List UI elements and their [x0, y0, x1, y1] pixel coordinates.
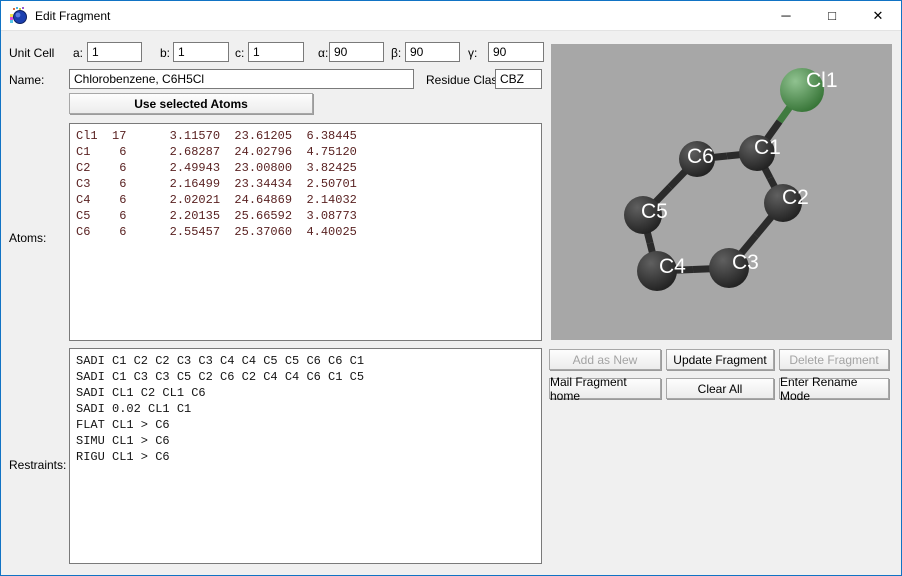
unit-cell-beta-label: β:	[391, 46, 401, 60]
text-line: Cl1 17 3.11570 23.61205 6.38445	[76, 128, 535, 144]
enter-rename-mode-button[interactable]: Enter Rename Mode	[779, 378, 889, 399]
unit-cell-a-input[interactable]	[87, 42, 142, 62]
restraints-label: Restraints:	[9, 458, 66, 472]
atom-label-cl1: Cl1	[806, 69, 838, 92]
minimize-icon: ─	[781, 8, 790, 23]
titlebar: Edit Fragment ─ □ ✕	[1, 1, 901, 31]
close-button[interactable]: ✕	[855, 1, 901, 30]
window-controls: ─ □ ✕	[763, 1, 901, 30]
atom-label-c3: C3	[732, 251, 759, 274]
clear-all-button[interactable]: Clear All	[666, 378, 774, 399]
add-as-new-button: Add as New	[549, 349, 661, 370]
name-input[interactable]	[69, 69, 414, 89]
name-label: Name:	[9, 73, 44, 87]
text-line: FLAT CL1 > C6	[76, 417, 535, 433]
text-line: C1 6 2.68287 24.02796 4.75120	[76, 144, 535, 160]
atoms-label: Atoms:	[9, 231, 46, 245]
text-line: SADI 0.02 CL1 C1	[76, 401, 535, 417]
unit-cell-label: Unit Cell	[9, 46, 54, 60]
use-selected-atoms-button[interactable]: Use selected Atoms	[69, 93, 313, 114]
maximize-button[interactable]: □	[809, 1, 855, 30]
update-fragment-button[interactable]: Update Fragment	[666, 349, 774, 370]
unit-cell-alpha-input[interactable]	[329, 42, 384, 62]
unit-cell-b-label: b:	[160, 46, 170, 60]
unit-cell-b-input[interactable]	[173, 42, 229, 62]
atom-label-c2: C2	[782, 186, 809, 209]
close-icon: ✕	[873, 8, 884, 24]
unit-cell-gamma-label: γ:	[468, 46, 477, 60]
text-line: C6 6 2.55457 25.37060 4.40025	[76, 224, 535, 240]
atom-label-c4: C4	[659, 255, 686, 278]
unit-cell-alpha-label: α:	[318, 46, 328, 60]
text-line: SIMU CL1 > C6	[76, 433, 535, 449]
unit-cell-a-label: a:	[73, 46, 83, 60]
app-icon	[10, 7, 28, 25]
unit-cell-beta-input[interactable]	[405, 42, 460, 62]
text-line: C2 6 2.49943 23.00800 3.82425	[76, 160, 535, 176]
text-line: SADI C1 C2 C2 C3 C3 C4 C4 C5 C5 C6 C6 C1	[76, 353, 535, 369]
window-title: Edit Fragment	[35, 9, 110, 23]
atom-label-c5: C5	[641, 200, 668, 223]
minimize-button[interactable]: ─	[763, 1, 809, 30]
atom-label-c6: C6	[687, 145, 714, 168]
molecule-3d-viewport[interactable]: Cl1 C1 C6 C2 C5 C3 C4	[551, 44, 892, 340]
text-line: RIGU CL1 > C6	[76, 449, 535, 465]
unit-cell-c-input[interactable]	[248, 42, 304, 62]
atom-label-c1: C1	[754, 136, 781, 159]
edit-fragment-window: Edit Fragment ─ □ ✕ Unit Cell a: b: c: α…	[0, 0, 902, 576]
mail-fragment-home-button[interactable]: Mail Fragment home	[549, 378, 661, 399]
residue-class-input[interactable]	[495, 69, 542, 89]
unit-cell-c-label: c:	[235, 46, 244, 60]
text-line: C5 6 2.20135 25.66592 3.08773	[76, 208, 535, 224]
text-line: C3 6 2.16499 23.34434 2.50701	[76, 176, 535, 192]
restraints-textarea[interactable]: SADI C1 C2 C2 C3 C3 C4 C4 C5 C5 C6 C6 C1…	[69, 348, 542, 564]
fragment-action-buttons: Add as NewUpdate FragmentDelete Fragment…	[549, 349, 889, 399]
text-line: C4 6 2.02021 24.64869 2.14032	[76, 192, 535, 208]
text-line: SADI CL1 C2 CL1 C6	[76, 385, 535, 401]
maximize-icon: □	[828, 8, 836, 23]
delete-fragment-button: Delete Fragment	[779, 349, 889, 370]
unit-cell-gamma-input[interactable]	[488, 42, 544, 62]
text-line: SADI C1 C3 C3 C5 C2 C6 C2 C4 C4 C6 C1 C5	[76, 369, 535, 385]
atoms-textarea[interactable]: Cl1 17 3.11570 23.61205 6.38445C1 6 2.68…	[69, 123, 542, 341]
